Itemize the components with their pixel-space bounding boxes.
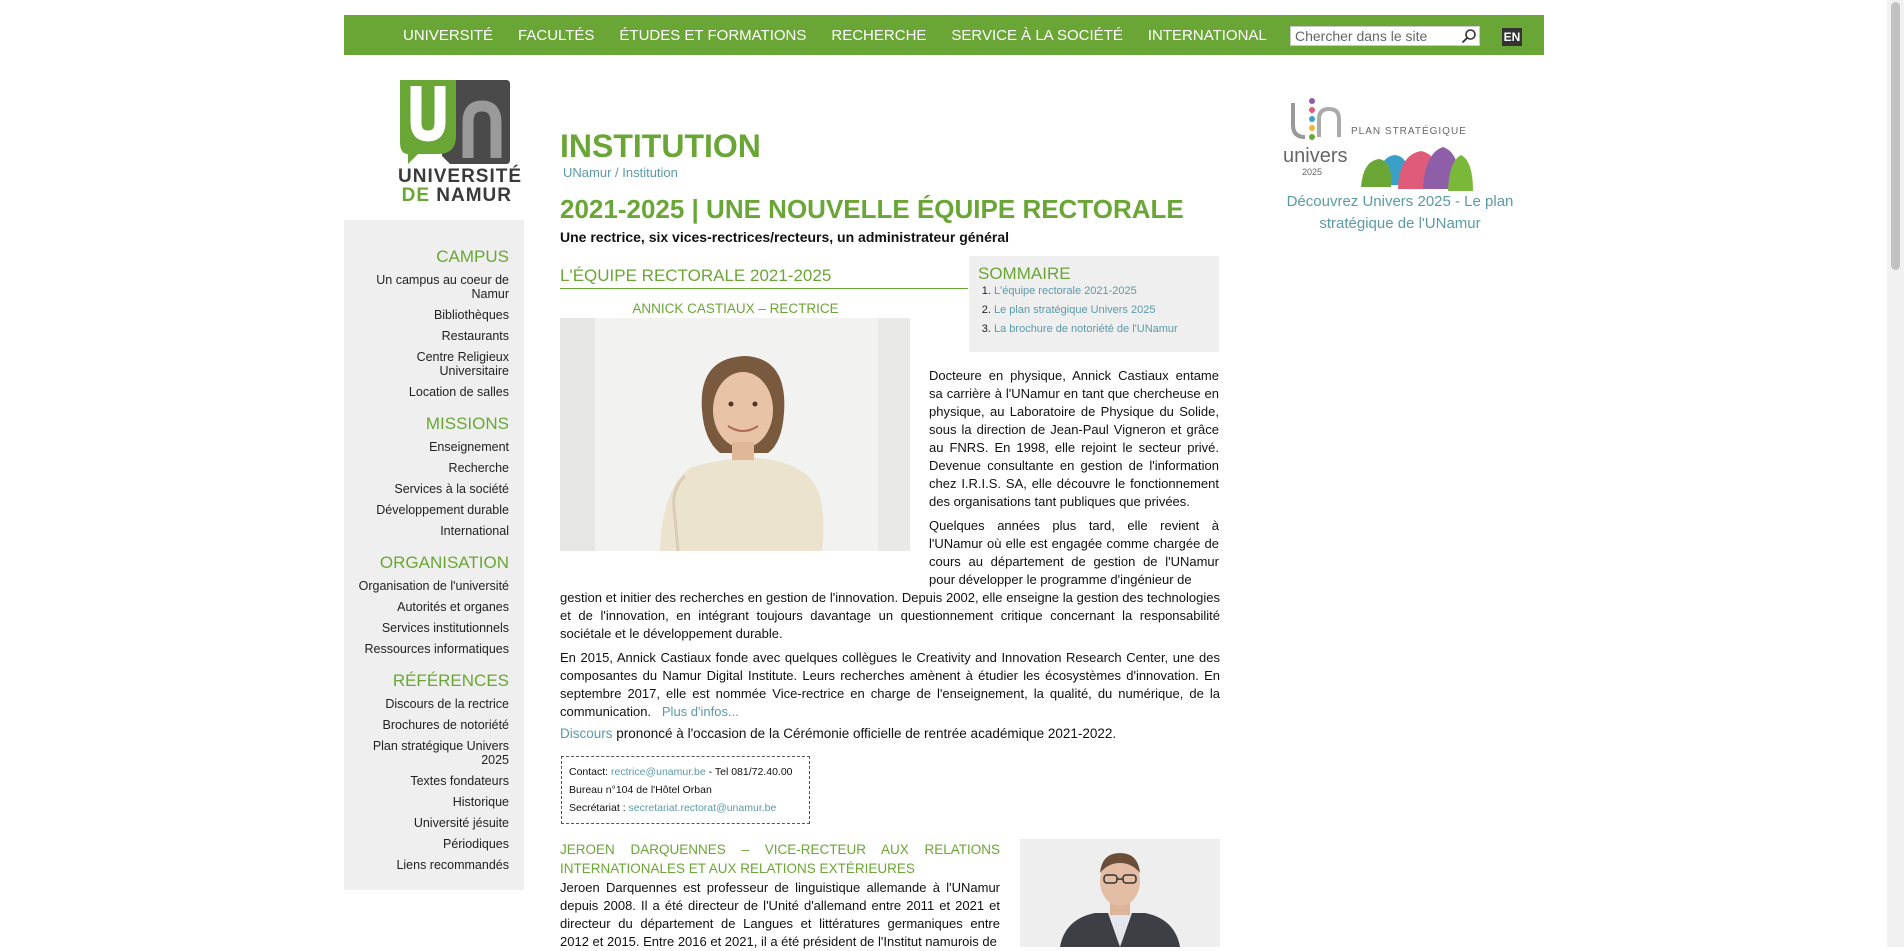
castiaux-bio-paragraph-2-start: Quelques années plus tard, elle revient …: [929, 518, 1219, 587]
section-title: INSTITUTION: [560, 128, 761, 164]
sidebar-section-organisation: ORGANISATION Organisation de l'universit…: [349, 553, 509, 663]
contact-line: Contact: rectrice@unamur.be - Tel 081/72…: [569, 763, 802, 781]
summary-item: Le plan stratégique Univers 2025: [994, 301, 1178, 320]
search-input[interactable]: [1291, 27, 1461, 45]
summary-link-plan[interactable]: Le plan stratégique Univers 2025: [994, 304, 1155, 316]
nav-international[interactable]: INTERNATIONAL: [1148, 27, 1267, 44]
banner-univers-text: univers: [1283, 145, 1348, 167]
darquennes-portrait-photo: [1020, 839, 1220, 947]
summary-list: L'équipe rectorale 2021-2025 Le plan str…: [978, 282, 1178, 339]
sidebar-item-bibliotheques[interactable]: Bibliothèques: [349, 308, 509, 322]
nav-universite[interactable]: UNIVERSITÉ: [403, 27, 493, 44]
sidebar-heading-references: RÉFÉRENCES: [392, 671, 509, 690]
summary-link-brochure[interactable]: La brochure de notoriété de l'UNamur: [994, 323, 1178, 335]
sidebar-item-recherche[interactable]: Recherche: [349, 461, 509, 475]
nav-service-societe[interactable]: SERVICE À LA SOCIÉTÉ: [951, 27, 1122, 44]
nav-etudes-formations[interactable]: ÉTUDES ET FORMATIONS: [619, 27, 806, 44]
sidebar-item-services-societe[interactable]: Services à la société: [349, 482, 509, 496]
sidebar-item-textes-fondateurs[interactable]: Textes fondateurs: [349, 774, 509, 788]
sidebar-item-autorites-organes[interactable]: Autorités et organes: [349, 600, 509, 614]
castiaux-bio-paragraph-1: Docteure en physique, Annick Castiaux en…: [929, 368, 1219, 509]
summary-box: SOMMAIRE L'équipe rectorale 2021-2025 Le…: [969, 256, 1219, 352]
sidebar-section-references: RÉFÉRENCES Discours de la rectrice Broch…: [349, 671, 509, 879]
summary-title: SOMMAIRE: [978, 264, 1071, 283]
breadcrumb-separator: /: [611, 165, 623, 180]
sidebar-item-location-salles[interactable]: Location de salles: [349, 385, 509, 399]
discours-link[interactable]: Discours: [560, 726, 613, 741]
univers-2025-banner-image: PLAN STRATÉGIQUE univers 2025: [1283, 95, 1473, 193]
logo-text-namur: NAMUR: [436, 185, 512, 206]
page-title: 2021-2025 | UNE NOUVELLE ÉQUIPE RECTORAL…: [560, 194, 1184, 224]
sidebar-item-services-institutionnels[interactable]: Services institutionnels: [349, 621, 509, 635]
university-logo[interactable]: UNIVERSITÉ DE NAMUR: [398, 78, 521, 207]
sidebar-item-plan-strategique[interactable]: Plan stratégique Univers 2025: [349, 739, 509, 767]
contact-office: Bureau n°104 de l'Hôtel Orban: [569, 784, 712, 796]
sidebar-section-campus: CAMPUS Un campus au coeur de Namur Bibli…: [349, 247, 509, 406]
logo-text-de-namur: DE NAMUR: [398, 185, 512, 207]
nav-facultes[interactable]: FACULTÉS: [518, 27, 594, 44]
scrollbar-thumb[interactable]: [1891, 2, 1900, 270]
contact-box: Contact: rectrice@unamur.be - Tel 081/72…: [561, 756, 810, 824]
rectrice-email-link[interactable]: rectrice@unamur.be: [611, 766, 706, 778]
breadcrumb-current[interactable]: Institution: [622, 165, 678, 180]
discours-text: prononcé à l'occasion de la Cérémonie of…: [612, 726, 1117, 741]
search-box: [1290, 26, 1480, 46]
language-switch-button[interactable]: EN: [1502, 28, 1522, 46]
banner-year-text: 2025: [1302, 167, 1323, 177]
sidebar-item-discours-rectrice[interactable]: Discours de la rectrice: [349, 697, 509, 711]
summary-link-equipe[interactable]: L'équipe rectorale 2021-2025: [994, 285, 1137, 297]
breadcrumb-home-link[interactable]: UNamur: [563, 165, 611, 180]
page-scrollbar[interactable]: [1887, 0, 1904, 947]
sidebar-heading-campus: CAMPUS: [436, 247, 509, 266]
sidebar-item-brochures-notoriete[interactable]: Brochures de notoriété: [349, 718, 509, 732]
sidebar-item-campus-coeur[interactable]: Un campus au coeur de Namur: [349, 273, 509, 301]
sidebar-item-historique[interactable]: Historique: [349, 795, 509, 809]
sidebar-item-international[interactable]: International: [349, 524, 509, 538]
section-heading-equipe: L'ÉQUIPE RECTORALE 2021-2025: [560, 266, 968, 289]
top-navigation-bar: UNIVERSITÉ FACULTÉS ÉTUDES ET FORMATIONS…: [344, 15, 1544, 55]
sidebar-item-developpement-durable[interactable]: Développement durable: [349, 503, 509, 517]
contact-label: Contact:: [569, 766, 612, 778]
univers-logo-icon: [1291, 98, 1473, 191]
univers-2025-link[interactable]: Découvrez Univers 2025 - Le plan stratég…: [1280, 191, 1520, 235]
darquennes-bio-paragraph: Jeroen Darquennes est professeur de ling…: [560, 880, 1000, 949]
sidebar-item-organisation-universite[interactable]: Organisation de l'université: [349, 579, 509, 593]
castiaux-bio-paragraph-2-end: gestion et initier des recherches en ges…: [560, 590, 1220, 641]
castiaux-bio-paragraph-3-text: En 2015, Annick Castiaux fonde avec quel…: [560, 650, 1220, 719]
sidebar-item-liens-recommandes[interactable]: Liens recommandés: [349, 858, 509, 872]
sidebar-item-periodiques[interactable]: Périodiques: [349, 837, 509, 851]
castiaux-portrait-photo: [560, 318, 910, 551]
sidebar-item-universite-jesuite[interactable]: Université jésuite: [349, 816, 509, 830]
sidebar-section-missions: MISSIONS Enseignement Recherche Services…: [349, 414, 509, 545]
secretariat-line: Secrétariat : secretariat.rectorat@unamu…: [569, 799, 802, 817]
summary-item: L'équipe rectorale 2021-2025: [994, 282, 1178, 301]
summary-item: La brochure de notoriété de l'UNamur: [994, 320, 1178, 339]
logo-emblem-icon: [400, 80, 510, 164]
secretariat-label: Secrétariat :: [569, 802, 629, 814]
left-sidebar: CAMPUS Un campus au coeur de Namur Bibli…: [344, 220, 524, 890]
castiaux-name-heading: ANNICK CASTIAUX – RECTRICE: [632, 301, 839, 316]
sidebar-item-enseignement[interactable]: Enseignement: [349, 440, 509, 454]
discours-paragraph: Discours prononcé à l'occasion de la Cér…: [560, 725, 1220, 743]
sidebar-heading-missions: MISSIONS: [425, 414, 509, 433]
sidebar-item-restaurants[interactable]: Restaurants: [349, 329, 509, 343]
sidebar-item-centre-religieux[interactable]: Centre Religieux Universitaire: [349, 350, 509, 378]
page-subtitle: Une rectrice, six vices-rectrices/recteu…: [560, 229, 1009, 245]
main-menu: UNIVERSITÉ FACULTÉS ÉTUDES ET FORMATIONS…: [403, 15, 1292, 55]
search-icon[interactable]: [1461, 28, 1477, 44]
breadcrumb: UNamur / Institution: [563, 165, 678, 180]
nav-recherche[interactable]: RECHERCHE: [831, 27, 926, 44]
castiaux-bio-paragraph-3: En 2015, Annick Castiaux fonde avec quel…: [560, 649, 1220, 721]
logo-text-de: DE: [401, 185, 430, 206]
sidebar-item-ressources-informatiques[interactable]: Ressources informatiques: [349, 642, 509, 656]
contact-phone: - Tel 081/72.40.00: [705, 766, 793, 778]
secretariat-email-link[interactable]: secretariat.rectorat@unamur.be: [629, 802, 777, 814]
banner-plan-strategique-text: PLAN STRATÉGIQUE: [1351, 126, 1467, 137]
darquennes-name-heading: JEROEN DARQUENNES – VICE-RECTEUR AUX REL…: [560, 842, 1000, 876]
sidebar-heading-organisation: ORGANISATION: [379, 553, 509, 572]
plus-infos-link[interactable]: Plus d'infos...: [662, 704, 739, 719]
